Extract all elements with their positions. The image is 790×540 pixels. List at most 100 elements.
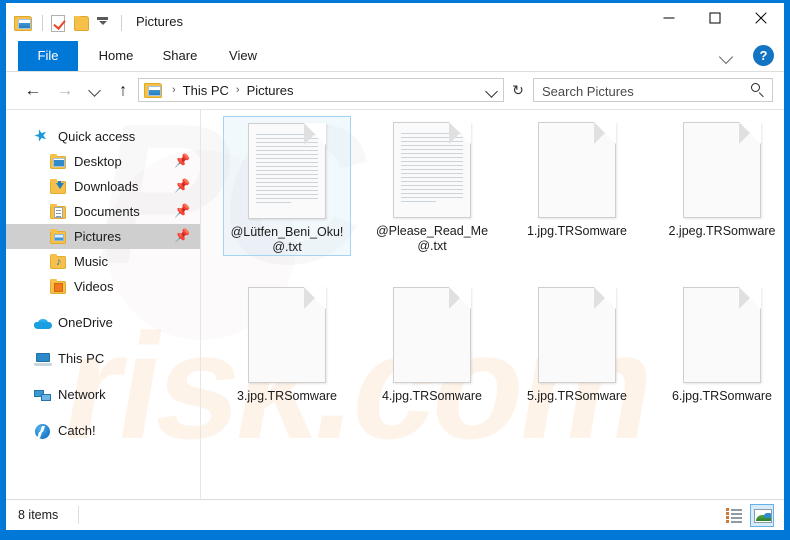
sidebar-item-desktop[interactable]: Desktop 📌 [6, 149, 200, 174]
file-item[interactable]: 6.jpg.TRSomware [658, 281, 784, 421]
sidebar-item-label: This PC [58, 351, 105, 366]
file-name: 1.jpg.TRSomware [526, 224, 628, 238]
sidebar-item-videos[interactable]: Videos [6, 274, 200, 299]
this-pc-icon [34, 350, 52, 368]
sidebar-item-documents[interactable]: Documents 📌 [6, 199, 200, 224]
blank-file-icon [248, 287, 326, 383]
onedrive-icon [34, 314, 52, 332]
sidebar-item-onedrive[interactable]: OneDrive [6, 310, 200, 335]
properties-icon[interactable] [49, 13, 69, 33]
sidebar-gap-3 [6, 371, 200, 382]
blank-file-icon [538, 122, 616, 218]
toolbar-divider-2 [121, 15, 122, 31]
sidebar-item-quick-access[interactable]: ★ Quick access [6, 124, 200, 149]
forward-arrow-icon: → [56, 80, 74, 100]
screen: Pictures File Home Share View ? ← → ↑ › … [0, 0, 790, 540]
breadcrumb-chevron-down-icon[interactable] [481, 79, 503, 101]
customize-qat-icon[interactable] [93, 13, 113, 33]
catch-icon [34, 422, 52, 440]
file-list-view[interactable]: @Lütfen_Beni_Oku!@.txt @Please_Read_Me@.… [201, 110, 784, 499]
tab-view[interactable]: View [216, 41, 270, 71]
pin-icon[interactable]: 📌 [174, 204, 190, 218]
sidebar-item-label: Network [58, 387, 106, 402]
sidebar-item-label: Catch! [58, 423, 96, 438]
ribbon-tab-bar: File Home Share View ? [6, 41, 784, 72]
new-folder-icon[interactable] [71, 13, 91, 33]
file-name: 5.jpg.TRSomware [526, 389, 628, 403]
minimize-button[interactable] [646, 3, 692, 33]
sidebar-item-this-pc[interactable]: This PC [6, 346, 200, 371]
back-arrow-icon: ← [24, 80, 42, 100]
sidebar-item-label: Music [74, 254, 108, 269]
quick-access-toolbar [14, 12, 128, 34]
search-input[interactable] [540, 79, 749, 103]
address-bar: ← → ↑ › This PC › Pictures ↻ [6, 72, 784, 109]
sidebar-item-network[interactable]: Network [6, 382, 200, 407]
file-name: @Please_Read_Me@.txt [375, 224, 489, 253]
breadcrumb-separator-1: › [235, 84, 240, 96]
up-button[interactable]: ↑ [112, 79, 134, 101]
window-controls [646, 3, 784, 33]
star-icon: ★ [31, 125, 51, 146]
large-icons-view-icon [754, 509, 772, 523]
pictures-folder-icon[interactable] [14, 13, 34, 33]
back-button[interactable]: ← [22, 79, 44, 101]
details-view-button[interactable] [722, 504, 746, 527]
sidebar-item-label: Pictures [74, 229, 121, 244]
text-file-icon [393, 122, 471, 218]
breadcrumb-item-pictures[interactable]: Pictures [245, 83, 296, 98]
tab-share[interactable]: Share [152, 41, 208, 71]
file-item[interactable]: 5.jpg.TRSomware [513, 281, 641, 421]
window-title: Pictures [136, 14, 183, 29]
item-count-label: 8 items [18, 508, 59, 522]
tab-file[interactable]: File [18, 41, 78, 71]
network-icon [34, 386, 52, 404]
breadcrumb-separator-0: › [172, 84, 176, 96]
pictures-folder-icon [50, 228, 68, 246]
sidebar-item-downloads[interactable]: Downloads 📌 [6, 174, 200, 199]
file-item[interactable]: 1.jpg.TRSomware [513, 116, 641, 256]
pin-icon[interactable]: 📌 [174, 229, 190, 243]
breadcrumb[interactable]: › This PC › Pictures [138, 78, 504, 102]
status-bar: 8 items [6, 499, 784, 530]
search-icon [750, 82, 766, 98]
refresh-button[interactable]: ↻ [508, 80, 528, 100]
explorer-body: PC risk.com ★ Quick access Desktop 📌 Dow… [6, 109, 784, 499]
downloads-folder-icon [50, 178, 68, 196]
sidebar-item-pictures[interactable]: Pictures 📌 [6, 224, 200, 249]
blank-file-icon [538, 287, 616, 383]
breadcrumb-item-this-pc[interactable]: This PC [181, 83, 231, 98]
recent-locations-button[interactable] [84, 79, 106, 101]
help-button[interactable]: ? [753, 45, 774, 66]
file-name: 2.jpeg.TRSomware [668, 224, 776, 238]
maximize-button[interactable] [692, 3, 738, 33]
file-item[interactable]: 3.jpg.TRSomware [223, 281, 351, 421]
sidebar-gap-2 [6, 335, 200, 346]
sidebar-item-music[interactable]: ♪ Music [6, 249, 200, 274]
large-icons-view-button[interactable] [750, 504, 774, 527]
documents-folder-icon [50, 203, 68, 221]
chevron-down-icon[interactable] [716, 46, 738, 66]
title-bar: Pictures [6, 3, 784, 41]
tab-home[interactable]: Home [88, 41, 144, 71]
file-item[interactable]: @Please_Read_Me@.txt [368, 116, 496, 256]
text-file-icon [248, 123, 326, 219]
file-name: 6.jpg.TRSomware [671, 389, 773, 403]
blank-file-icon [393, 287, 471, 383]
forward-button[interactable]: → [54, 79, 76, 101]
file-name: @Lütfen_Beni_Oku!@.txt [230, 225, 344, 254]
music-folder-icon: ♪ [50, 253, 68, 271]
sidebar-item-label: Documents [74, 204, 140, 219]
file-item[interactable]: @Lütfen_Beni_Oku!@.txt [223, 116, 351, 256]
blank-file-icon [683, 287, 761, 383]
search-box[interactable] [533, 78, 773, 103]
close-button[interactable] [738, 3, 784, 33]
sidebar-item-catch[interactable]: Catch! [6, 418, 200, 443]
file-item[interactable]: 2.jpeg.TRSomware [658, 116, 784, 256]
file-item[interactable]: 4.jpg.TRSomware [368, 281, 496, 421]
pin-icon[interactable]: 📌 [174, 154, 190, 168]
sidebar-item-label: Quick access [58, 129, 136, 144]
pin-icon[interactable]: 📌 [174, 179, 190, 193]
sidebar-gap-1 [6, 299, 200, 310]
details-view-icon [726, 508, 742, 523]
